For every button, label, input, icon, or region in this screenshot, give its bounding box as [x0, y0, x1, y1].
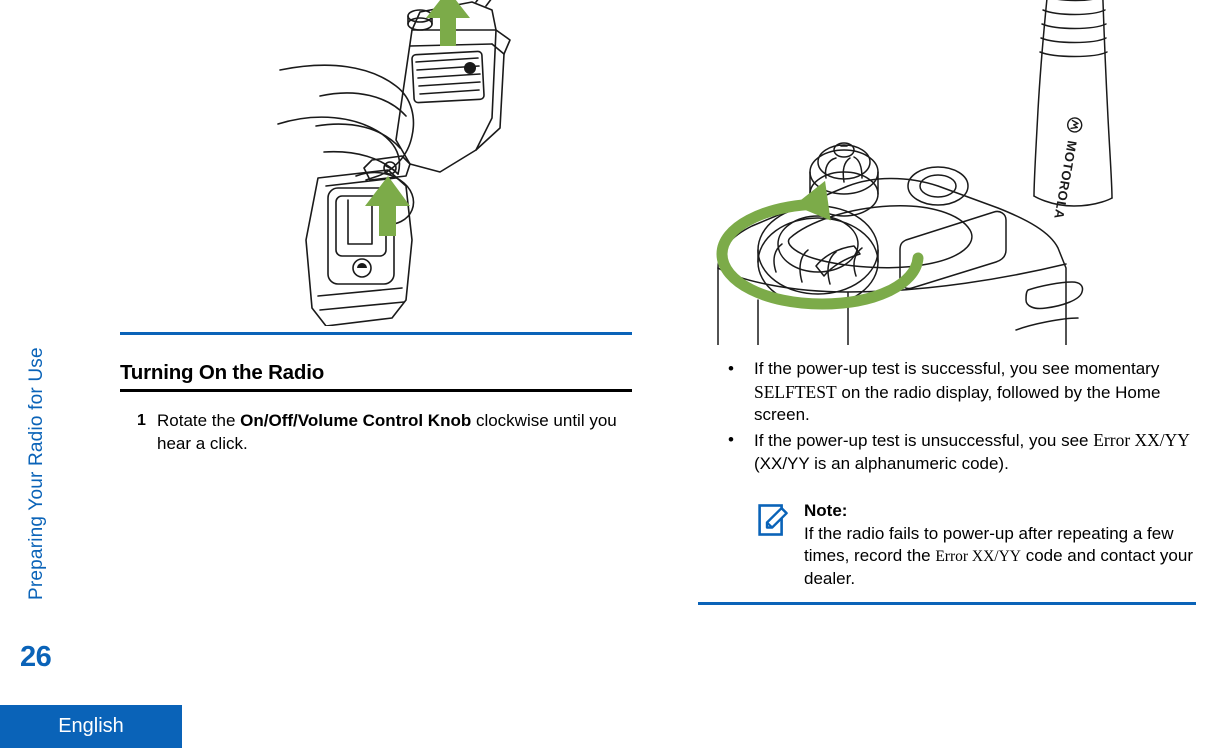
- list-item: 1 Rotate the On/Off/Volume Control Knob …: [137, 410, 632, 455]
- divider-heading-underline: [120, 388, 632, 392]
- note-text: If the radio fails to power-up after rep…: [804, 523, 1196, 591]
- note-title: Note:: [804, 501, 848, 520]
- divider-left-top: [120, 332, 632, 335]
- section-heading: Turning On the Radio: [78, 361, 632, 392]
- step-number: 1: [137, 412, 146, 429]
- note-box: Note: If the radio fails to power-up aft…: [758, 500, 1196, 591]
- bullet-text-part1: If the power-up test is unsuccessful, yo…: [754, 431, 1094, 451]
- divider-right-bottom: [698, 602, 1196, 605]
- bullet-text: If the power-up test is successful, you …: [754, 358, 1196, 427]
- bullet-list: • If the power-up test is successful, yo…: [720, 358, 1196, 477]
- bullet-icon: •: [728, 359, 734, 378]
- illustration-belt-clip: [120, 0, 632, 326]
- page-number: 26: [20, 641, 52, 673]
- step-text: Rotate the On/Off/Volume Control Knob cl…: [157, 410, 632, 455]
- svg-text:MOTOROLA: MOTOROLA: [1051, 139, 1080, 220]
- left-column: Turning On the Radio 1 Rotate the On/Off…: [120, 0, 632, 748]
- list-item: • If the power-up test is unsuccessful, …: [720, 429, 1196, 475]
- step-list: 1 Rotate the On/Off/Volume Control Knob …: [137, 410, 632, 455]
- bullet-text-part2: (XX/YY is an alphanumeric code).: [754, 453, 1009, 473]
- note-pencil-icon: [758, 500, 804, 591]
- screen-string: Error XX/YY: [1093, 430, 1190, 451]
- bullet-icon: •: [728, 430, 734, 450]
- bullet-text: If the power-up test is unsuccessful, yo…: [754, 429, 1196, 475]
- bullet-text-part1: If the power-up test is successful, you …: [754, 359, 1160, 378]
- running-head: Preparing Your Radio for Use: [18, 280, 48, 600]
- illustration-volume-knob: MOTOROLA: [698, 0, 1196, 345]
- running-head-label: Preparing Your Radio for Use: [26, 347, 47, 600]
- step-text-bold: On/Off/Volume Control Knob: [240, 411, 472, 430]
- screen-string: Error XX/YY: [935, 548, 1021, 566]
- list-item: • If the power-up test is successful, yo…: [720, 358, 1196, 427]
- language-tab-label: English: [58, 715, 124, 737]
- note-body: Note: If the radio fails to power-up aft…: [804, 500, 1196, 591]
- right-column: MOTOROLA • If the power-up test is succe…: [698, 0, 1196, 748]
- step-text-before: Rotate the: [157, 411, 241, 430]
- page-title: Turning On the Radio: [120, 361, 325, 384]
- screen-string: SELFTEST: [754, 381, 837, 402]
